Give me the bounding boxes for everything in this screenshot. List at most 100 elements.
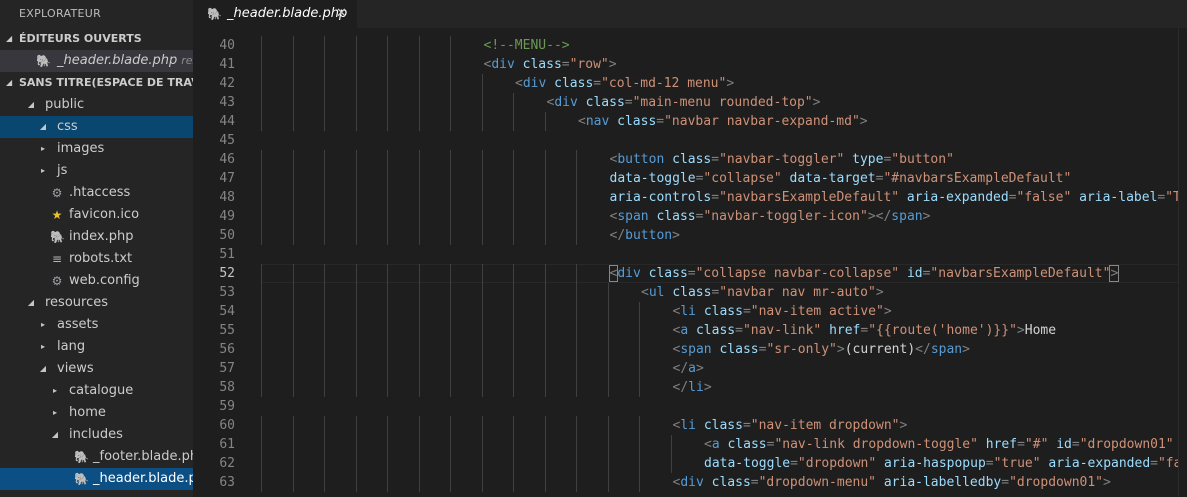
code-line[interactable]: <a class="nav-link" href="{{route('home'… — [193, 321, 1187, 340]
indent-guide — [418, 435, 420, 454]
chevron-right-icon: ▸ — [40, 342, 45, 351]
tree-item-label: includes — [69, 427, 123, 442]
code-token: = — [711, 152, 720, 167]
code-text: </li> — [673, 378, 712, 397]
code-text: <div class="collapse navbar-collapse" id… — [608, 264, 1120, 283]
editor-scrollbar[interactable] — [1178, 28, 1187, 497]
indent-guide — [576, 188, 577, 207]
indent-guide — [639, 302, 640, 321]
indent-guide — [292, 188, 294, 207]
indent-guide — [324, 359, 325, 378]
indent-guide — [292, 454, 294, 473]
code-token: > — [899, 418, 908, 433]
tree-folder[interactable]: ▸ js — [0, 160, 193, 182]
indent-guide — [576, 226, 577, 245]
indent-guide — [450, 36, 451, 55]
code-line[interactable]: <button class="navbar-toggler" type="but… — [193, 150, 1187, 169]
open-editors-header[interactable]: ◢ ÉDITEURS OUVERTS — [0, 28, 193, 50]
tree-file[interactable]: 🐘 _footer.blade.php — [0, 446, 193, 468]
tree-folder[interactable]: ◢ views — [0, 358, 193, 380]
code-token: div — [554, 95, 578, 110]
code-line[interactable]: </li> — [193, 378, 1187, 397]
code-line[interactable]: <ul class="navbar nav mr-auto"> — [193, 283, 1187, 302]
tree-file[interactable]: ⚙ .htaccess — [0, 182, 193, 204]
indent-guide — [450, 321, 451, 340]
code-line[interactable] — [193, 131, 1187, 150]
indent-guide — [324, 302, 325, 321]
code-line-partial — [193, 28, 1187, 36]
code-line[interactable]: data-toggle="dropdown" aria-haspopup="tr… — [193, 454, 1187, 473]
php-elephant-icon: 🐘 — [207, 7, 222, 21]
indent-guide — [544, 302, 546, 321]
code-line[interactable]: <div class="row"> — [193, 55, 1187, 74]
tree-folder[interactable]: ◢ includes — [0, 424, 193, 446]
code-line[interactable]: <div class="main-menu rounded-top"> — [193, 93, 1187, 112]
tree-file[interactable]: ★ favicon.ico — [0, 204, 193, 226]
code-line[interactable]: <!--MENU--> — [193, 36, 1187, 55]
tree-folder[interactable]: ▸ assets — [0, 314, 193, 336]
code-token: "nav-item dropdown" — [750, 418, 900, 433]
close-icon[interactable]: ✕ — [336, 0, 347, 28]
indent-guide — [292, 321, 294, 340]
tree-file[interactable]: ≡ robots.txt — [0, 248, 193, 270]
indent-guide — [639, 359, 640, 378]
indent-guide — [355, 150, 357, 169]
code-line[interactable]: <div class="dropdown-menu" aria-labelled… — [193, 473, 1187, 492]
indent-guide — [450, 264, 451, 283]
tree-folder[interactable]: ◢ css — [0, 116, 193, 138]
tree-file[interactable]: 🐘 index.php — [0, 226, 193, 248]
tree-folder[interactable]: ▸ lang — [0, 336, 193, 358]
tree-folder[interactable]: ◢ resources — [0, 292, 193, 314]
code-line[interactable] — [193, 397, 1187, 416]
code-editor[interactable]: 40 <!--MENU--> 41 <div class="row"> 42 <div c… — [193, 28, 1187, 497]
code-token: </ — [609, 228, 626, 243]
code-line[interactable]: data-toggle="collapse" data-target="#nav… — [193, 169, 1187, 188]
code-line[interactable]: <nav class="navbar navbar-expand-md"> — [193, 112, 1187, 131]
code-line[interactable] — [193, 245, 1187, 264]
indent-guide — [387, 226, 388, 245]
code-line[interactable]: <span class="sr-only">(current)</span> — [193, 340, 1187, 359]
indent-guide — [261, 74, 262, 93]
code-line[interactable]: <div class="collapse navbar-collapse" id… — [193, 264, 1187, 283]
indent-guide — [355, 283, 357, 302]
code-token: > — [922, 209, 931, 224]
code-line[interactable]: <li class="nav-item dropdown"> — [193, 416, 1187, 435]
tab-header-blade[interactable]: 🐘 _header.blade.php ✕ — [193, 0, 357, 28]
code-token: = — [711, 190, 720, 205]
tree-file[interactable]: ⚙ web.config — [0, 270, 193, 292]
code-text: <button class="navbar-toggler" type="but… — [610, 150, 954, 169]
tree-folder[interactable]: ◢ public — [0, 94, 193, 116]
code-token: > — [1016, 323, 1025, 338]
tree-item-label: index.php — [69, 229, 134, 244]
indent-guide — [261, 473, 262, 492]
indent-guide — [355, 36, 357, 55]
code-line[interactable]: </a> — [193, 359, 1187, 378]
code-line[interactable]: <div class="col-md-12 menu"> — [193, 74, 1187, 93]
indent-guide — [544, 169, 546, 188]
code-line[interactable]: <span class="navbar-toggler-icon"></span… — [193, 207, 1187, 226]
code-text: <!--MENU--> — [484, 36, 570, 55]
indent-guide — [544, 359, 546, 378]
tree-folder[interactable]: ▸ catalogue — [0, 380, 193, 402]
indent-guide — [324, 378, 325, 397]
code-line[interactable]: </button> — [193, 226, 1187, 245]
open-editor-item[interactable]: 🐘 _header.blade.phpreso... — [0, 50, 193, 72]
tree-item-label: css — [57, 119, 78, 134]
tree-folder[interactable]: ▸ home — [0, 402, 193, 424]
workspace-header[interactable]: ◢ SANS TITRE(ESPACE DE TRAVAIL) — [0, 72, 193, 94]
indent-guide — [355, 321, 357, 340]
indent-guide — [387, 169, 388, 188]
tree-file[interactable]: 🐘 _header.blade.php — [0, 468, 193, 490]
indent-guide — [513, 321, 514, 340]
code-line[interactable]: <a class = "nav-link dropdown-toggle" href… — [193, 435, 1187, 454]
indent-guide — [355, 226, 357, 245]
code-token: = — [750, 475, 759, 490]
indent-guide — [292, 359, 294, 378]
code-line[interactable]: <li class="nav-item active"> — [193, 302, 1187, 321]
tree-folder[interactable]: ▸ images — [0, 138, 193, 160]
code-line[interactable]: aria-controls="navbarsExampleDefault" ar… — [193, 188, 1187, 207]
